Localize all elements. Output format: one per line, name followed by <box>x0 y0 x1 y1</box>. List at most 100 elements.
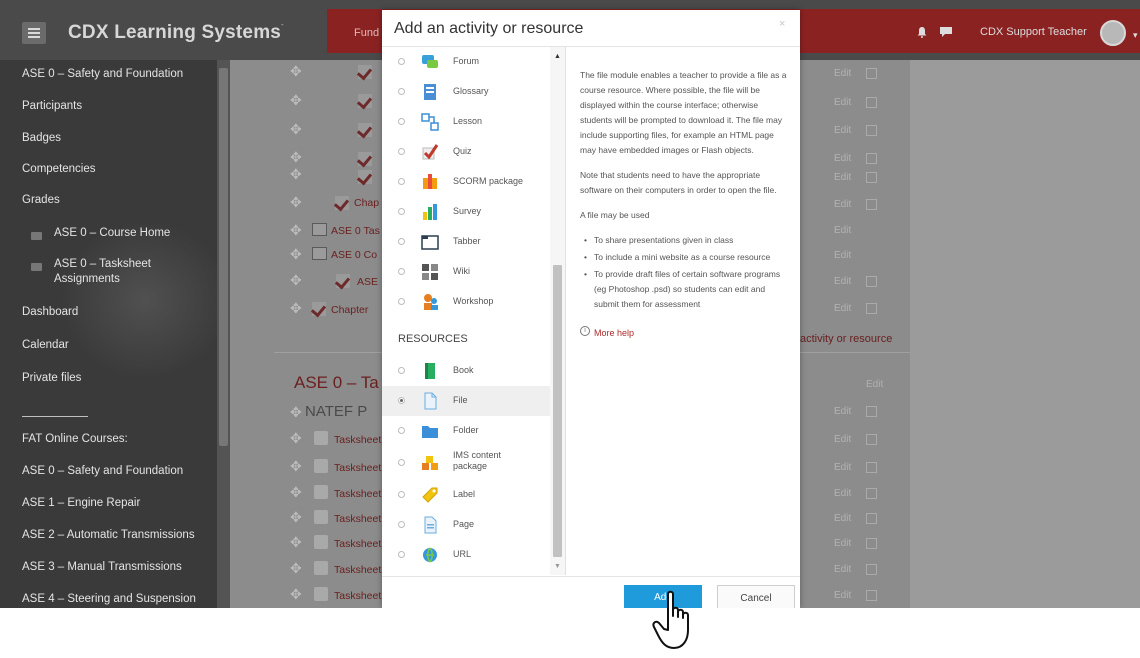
add-activity-link[interactable]: activity or resource <box>800 333 892 345</box>
move-icon[interactable]: ✥ <box>290 194 302 211</box>
option-radio[interactable] <box>398 268 405 275</box>
move-icon[interactable]: ✥ <box>290 300 302 317</box>
move-icon[interactable]: ✥ <box>290 430 302 447</box>
edit-link[interactable]: Edit <box>834 434 851 445</box>
tasksheet-link[interactable]: Tasksheet <box>334 590 381 602</box>
move-icon[interactable]: ✥ <box>290 534 302 551</box>
option-book[interactable]: Book <box>382 356 550 386</box>
edit-link[interactable]: Edit <box>834 488 851 499</box>
notifications-icon[interactable] <box>916 26 928 38</box>
sidebar-course-link[interactable]: ASE 3 – Manual Transmissions <box>22 561 182 573</box>
completion-checkbox[interactable] <box>866 303 877 314</box>
option-radio[interactable] <box>398 521 405 528</box>
move-icon[interactable]: ✥ <box>290 272 302 289</box>
option-ims-content-package[interactable]: IMS content package <box>382 446 550 480</box>
section-edit-link[interactable]: Edit <box>866 379 883 390</box>
course-activity-link[interactable]: Chap <box>354 197 379 209</box>
option-radio[interactable] <box>398 298 405 305</box>
sidebar-item-badges[interactable]: Badges <box>22 132 61 144</box>
option-radio[interactable] <box>398 148 405 155</box>
move-icon[interactable]: ✥ <box>290 246 302 263</box>
sidebar-item-course[interactable]: ASE 0 – Safety and Foundation <box>22 68 183 80</box>
completion-checkbox[interactable] <box>866 488 877 499</box>
avatar[interactable] <box>1100 20 1126 46</box>
scroll-down-icon[interactable]: ▼ <box>554 563 561 570</box>
sidebar-item-dashboard[interactable]: Dashboard <box>22 306 78 318</box>
move-icon[interactable]: ✥ <box>290 484 302 501</box>
sidebar-course-link[interactable]: ASE 4 – Steering and Suspension <box>22 593 196 605</box>
option-url[interactable]: URL <box>382 540 550 570</box>
edit-link[interactable]: Edit <box>834 276 851 287</box>
tasksheet-link[interactable]: Tasksheet <box>334 462 381 474</box>
option-forum[interactable]: Forum <box>382 47 550 77</box>
completion-checkbox[interactable] <box>866 97 877 108</box>
menu-toggle-icon[interactable] <box>22 22 46 44</box>
option-radio[interactable] <box>398 88 405 95</box>
more-help-link[interactable]: i More help <box>580 326 788 341</box>
completion-checkbox[interactable] <box>866 564 877 575</box>
close-icon[interactable]: × <box>779 18 785 30</box>
completion-checkbox[interactable] <box>866 68 877 79</box>
completion-checkbox[interactable] <box>866 462 877 473</box>
option-survey[interactable]: Survey <box>382 197 550 227</box>
edit-link[interactable]: Edit <box>834 250 851 261</box>
completion-checkbox[interactable] <box>866 513 877 524</box>
option-label-resource[interactable]: Label <box>382 480 550 510</box>
option-lesson[interactable]: Lesson <box>382 107 550 137</box>
tasksheet-link[interactable]: Tasksheet <box>334 513 381 525</box>
option-quiz[interactable]: Quiz <box>382 137 550 167</box>
sidebar-item-private-files[interactable]: Private files <box>22 372 81 384</box>
tasksheet-link[interactable]: Tasksheet <box>334 434 381 446</box>
activity-options-list[interactable]: Forum Glossary Lesson Quiz SCORM package <box>382 47 566 575</box>
option-tabber[interactable]: Tabber <box>382 227 550 257</box>
edit-link[interactable]: Edit <box>834 68 851 79</box>
edit-link[interactable]: Edit <box>834 564 851 575</box>
move-icon[interactable]: ✥ <box>290 404 302 421</box>
navbar-course-link[interactable]: Fund <box>354 27 379 39</box>
option-glossary[interactable]: Glossary <box>382 77 550 107</box>
course-activity-link[interactable]: Chapter <box>331 304 368 316</box>
move-icon[interactable]: ✥ <box>290 149 302 166</box>
sidebar-item-course-home[interactable]: ASE 0 – Course Home <box>54 226 170 241</box>
messages-icon[interactable] <box>939 26 953 38</box>
move-icon[interactable]: ✥ <box>290 560 302 577</box>
option-wiki[interactable]: Wiki <box>382 257 550 287</box>
completion-checkbox[interactable] <box>866 434 877 445</box>
sidebar-item-tasksheet[interactable]: ASE 0 – Tasksheet <box>54 257 151 272</box>
edit-link[interactable]: Edit <box>834 513 851 524</box>
option-radio[interactable] <box>398 238 405 245</box>
edit-link[interactable]: Edit <box>834 97 851 108</box>
course-activity-link[interactable]: ASE 0 Co <box>331 249 377 261</box>
edit-link[interactable]: Edit <box>834 172 851 183</box>
option-radio[interactable] <box>398 459 405 466</box>
option-workshop[interactable]: Workshop <box>382 287 550 317</box>
sidebar-item-tasksheet-line2[interactable]: Assignments <box>54 272 120 287</box>
option-file[interactable]: File <box>382 386 550 416</box>
sidebar-item-participants[interactable]: Participants <box>22 100 82 112</box>
edit-link[interactable]: Edit <box>834 153 851 164</box>
course-activity-link[interactable]: ASE 0 Tas <box>331 225 380 237</box>
tasksheet-link[interactable]: Tasksheet <box>334 564 381 576</box>
chevron-down-icon[interactable]: ▾ <box>1133 30 1138 41</box>
move-icon[interactable]: ✥ <box>290 586 302 603</box>
option-radio[interactable] <box>398 58 405 65</box>
completion-checkbox[interactable] <box>866 125 877 136</box>
move-icon[interactable]: ✥ <box>290 458 302 475</box>
scroll-up-icon[interactable]: ▲ <box>554 53 561 60</box>
edit-link[interactable]: Edit <box>834 199 851 210</box>
move-icon[interactable]: ✥ <box>290 166 302 183</box>
edit-link[interactable]: Edit <box>834 225 851 236</box>
option-radio[interactable] <box>398 118 405 125</box>
sidebar-scroll-thumb[interactable] <box>219 68 228 446</box>
completion-checkbox[interactable] <box>866 276 877 287</box>
option-radio[interactable] <box>398 367 405 374</box>
sidebar-item-grades[interactable]: Grades <box>22 194 60 206</box>
completion-checkbox[interactable] <box>866 538 877 549</box>
cancel-button[interactable]: Cancel <box>717 585 795 608</box>
edit-link[interactable]: Edit <box>834 125 851 136</box>
sidebar-item-calendar[interactable]: Calendar <box>22 339 69 351</box>
move-icon[interactable]: ✥ <box>290 92 302 109</box>
completion-checkbox[interactable] <box>866 590 877 601</box>
option-radio[interactable] <box>398 178 405 185</box>
option-radio[interactable] <box>398 427 405 434</box>
